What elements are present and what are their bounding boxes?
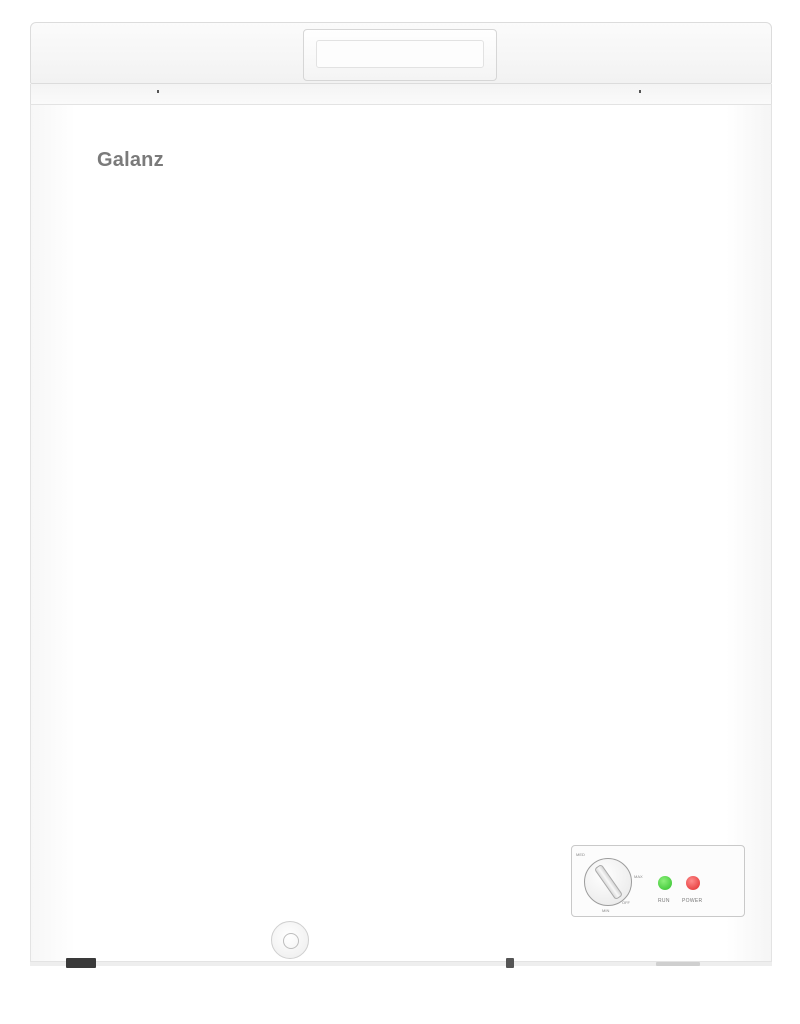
freezer-lid[interactable] <box>30 22 772 84</box>
brand-logo: Galanz <box>97 149 164 171</box>
hinge-mark-right <box>639 90 641 93</box>
run-label: RUN <box>658 898 670 904</box>
freezer-cabinet: Galanz MED MAX OFF MIN RUN POWER <box>30 104 772 962</box>
dial-label-med: MED <box>576 852 585 857</box>
temperature-dial[interactable] <box>584 858 632 906</box>
chest-freezer: Galanz MED MAX OFF MIN RUN POWER <box>0 0 800 1024</box>
power-label: POWER <box>682 898 703 904</box>
foot-right <box>656 962 700 966</box>
lid-seam <box>30 84 772 104</box>
lid-handle[interactable] <box>303 29 497 81</box>
dial-label-max: MAX <box>634 874 643 879</box>
foot-middle <box>506 958 514 968</box>
dial-label-min: MIN <box>602 908 610 913</box>
dial-label-off: OFF <box>622 900 630 905</box>
power-indicator-light <box>686 876 700 890</box>
hinge-mark-left <box>157 90 159 93</box>
control-panel: MED MAX OFF MIN RUN POWER <box>571 845 745 917</box>
dial-grip <box>593 863 624 901</box>
foot-left <box>66 958 96 968</box>
drain-plug[interactable] <box>271 921 309 959</box>
run-indicator-light <box>658 876 672 890</box>
